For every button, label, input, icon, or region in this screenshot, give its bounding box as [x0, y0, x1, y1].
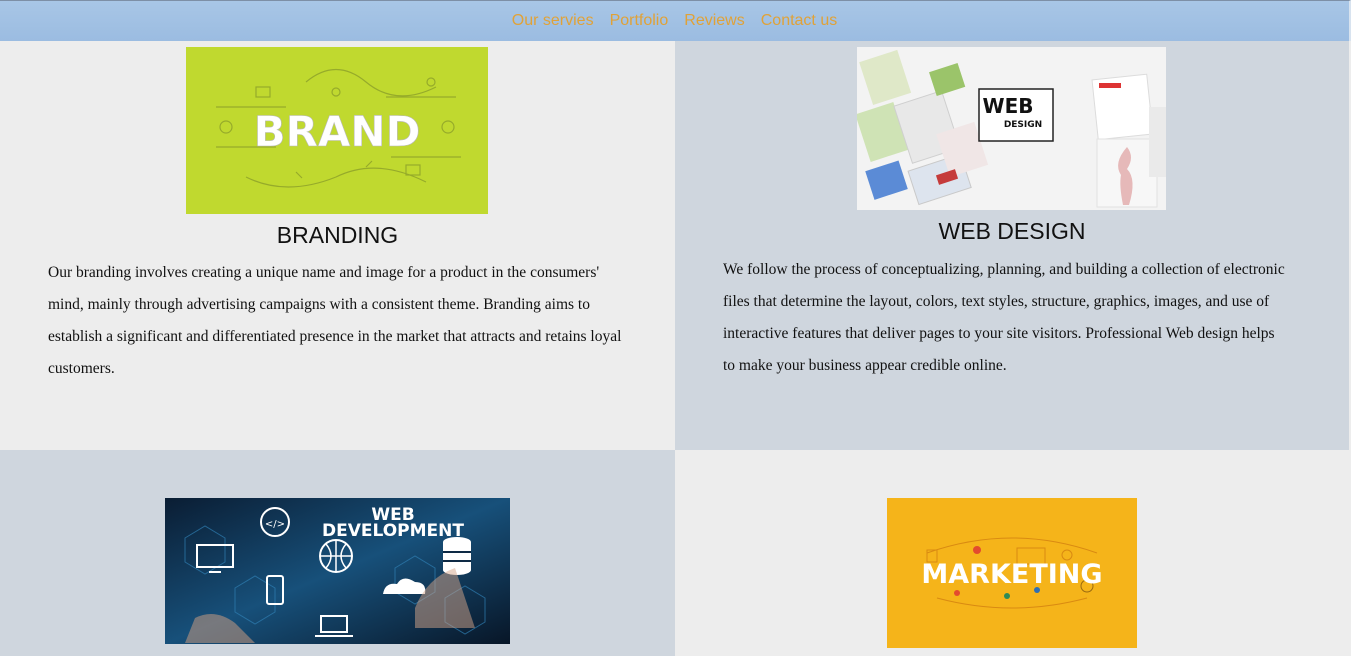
nav-link-portfolio[interactable]: Portfolio: [610, 12, 669, 30]
service-card-web-development: </> WEB DEVELOPMENT: [0, 450, 675, 656]
service-card-branding: BRAND BRANDING Our branding involves cre…: [0, 41, 675, 450]
top-navbar: Our servies Portfolio Reviews Contact us: [0, 0, 1351, 41]
web-design-image-text-1: WEB: [983, 94, 1034, 118]
svg-text:</>: </>: [265, 519, 285, 530]
marketing-image: MARKETING: [887, 498, 1137, 648]
marketing-image-text: MARKETING: [921, 559, 1102, 590]
nav-link-contact[interactable]: Contact us: [761, 12, 837, 30]
branding-description: Our branding involves creating a unique …: [48, 264, 622, 377]
branding-illustration: BRAND: [216, 69, 461, 188]
service-card-web-design: WEB DESIGN WEB DESIGN We follow the proc…: [675, 41, 1349, 450]
web-development-image: </> WEB DEVELOPMENT: [165, 498, 510, 644]
web-development-illustration: </> WEB DEVELOPMENT: [165, 498, 510, 644]
nav-link-services[interactable]: Our servies: [512, 12, 594, 30]
web-development-image-text-2: DEVELOPMENT: [322, 521, 464, 541]
web-design-illustration: WEB DESIGN: [857, 49, 1166, 208]
web-design-title: WEB DESIGN: [938, 218, 1086, 244]
branding-title: BRANDING: [276, 222, 399, 248]
nav-link-reviews[interactable]: Reviews: [684, 12, 744, 30]
branding-image: BRAND: [186, 47, 488, 214]
web-design-image: WEB DESIGN: [857, 47, 1166, 210]
marketing-illustration: MARKETING: [921, 537, 1103, 609]
service-card-marketing: MARKETING: [675, 450, 1349, 656]
branding-image-text: BRAND: [254, 107, 421, 156]
web-design-description: We follow the process of conceptualizing…: [723, 261, 1285, 374]
web-design-image-text-2: DESIGN: [1004, 120, 1042, 130]
